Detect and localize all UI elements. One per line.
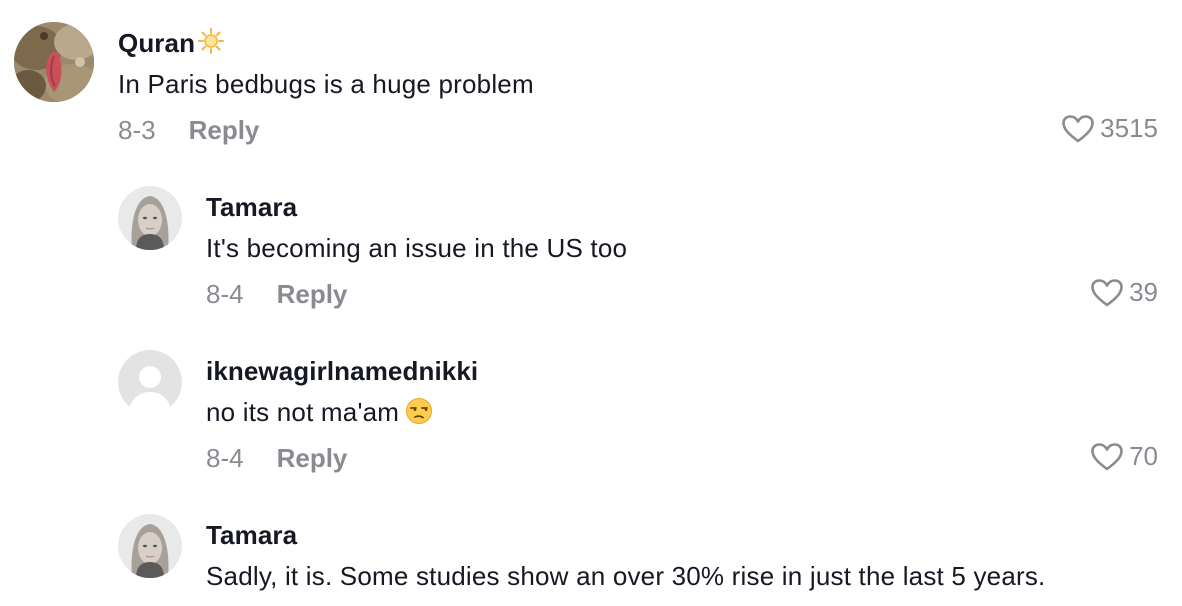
comment-item: iknewagirlnamednikki no its not ma'am 8-…	[0, 334, 1182, 494]
comment-meta: 8-4 Reply	[206, 279, 347, 310]
heart-icon	[1090, 442, 1124, 472]
like-button[interactable]: 39	[1090, 277, 1158, 308]
sun-icon	[197, 27, 225, 62]
comment-item: Tamara Sadly, it is. Some studies show a…	[0, 498, 1182, 606]
unamused-face-emoji	[405, 397, 433, 432]
username[interactable]: iknewagirlnamednikki	[206, 356, 478, 387]
username[interactable]: Tamara	[206, 192, 297, 223]
like-button[interactable]: 3515	[1061, 113, 1158, 144]
avatar[interactable]	[14, 22, 94, 102]
reply-button[interactable]: Reply	[189, 115, 260, 146]
avatar[interactable]	[118, 186, 182, 250]
reply-button[interactable]: Reply	[277, 279, 348, 310]
comment-text: It's becoming an issue in the US too	[206, 233, 628, 263]
comment-date: 8-4	[206, 443, 244, 473]
username-text: Quran	[118, 28, 196, 58]
avatar[interactable]	[118, 514, 182, 578]
heart-icon	[1090, 278, 1124, 308]
comment-text: no its not ma'am	[206, 397, 433, 432]
like-count: 3515	[1100, 113, 1158, 143]
like-button[interactable]: 70	[1090, 441, 1158, 472]
avatar[interactable]	[118, 350, 182, 414]
like-count: 39	[1129, 277, 1158, 307]
comment-meta: 8-4 Reply	[206, 443, 347, 474]
reply-button[interactable]: Reply	[277, 443, 348, 474]
like-count: 70	[1129, 441, 1158, 471]
username[interactable]: Quran	[118, 27, 225, 62]
comment-date: 8-3	[118, 115, 156, 145]
comment-item: Tamara It's becoming an issue in the US …	[0, 170, 1182, 330]
comment-text-body: no its not ma'am	[206, 397, 400, 427]
username[interactable]: Tamara	[206, 520, 297, 551]
comment-date: 8-4	[206, 279, 244, 309]
heart-icon	[1061, 114, 1095, 144]
comment-meta: 8-3 Reply	[118, 115, 259, 146]
comment-item: Quran In Paris bedbugs is a huge problem…	[0, 0, 1182, 160]
comment-text: In Paris bedbugs is a huge problem	[118, 69, 534, 99]
comment-text: Sadly, it is. Some studies show an over …	[206, 561, 1046, 591]
